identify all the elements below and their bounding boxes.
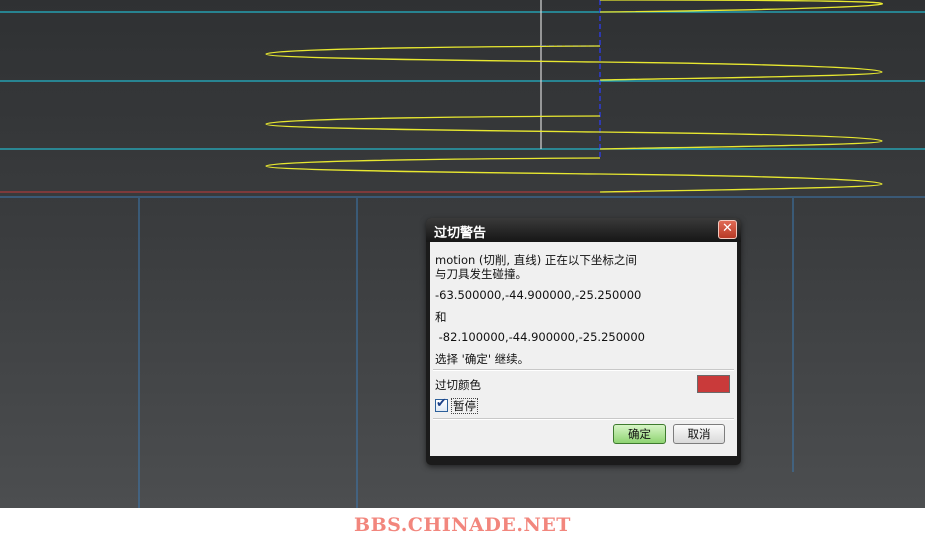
- toolpath-segment: [265, 115, 883, 150]
- graphics-viewport[interactable]: 过切警告 ✕ motion (切削, 直线) 正在以下坐标之间 与刀具发生碰撞。…: [0, 0, 925, 508]
- ok-button[interactable]: 确定: [613, 424, 666, 444]
- coordinate-start: -63.500000,-44.900000,-25.250000: [435, 288, 642, 302]
- checkmark-icon: ✔: [436, 396, 447, 411]
- dialog-titlebar[interactable]: 过切警告 ✕: [426, 218, 741, 242]
- app-root: 过切警告 ✕ motion (切削, 直线) 正在以下坐标之间 与刀具发生碰撞。…: [0, 0, 925, 547]
- close-icon[interactable]: ✕: [718, 220, 737, 239]
- pause-checkbox[interactable]: ✔: [435, 396, 448, 412]
- cut-color-label: 过切颜色: [435, 378, 481, 392]
- toolpath-curves: [265, 0, 883, 193]
- pause-label[interactable]: 暂停: [451, 398, 478, 414]
- instruction-text: 选择 '确定' 继续。: [435, 352, 530, 366]
- dialog-body: motion (切削, 直线) 正在以下坐标之间 与刀具发生碰撞。 -63.50…: [430, 242, 737, 456]
- divider: [433, 418, 734, 420]
- dialog-title: 过切警告: [434, 226, 487, 241]
- toolpath-segment: [599, 0, 883, 13]
- toolpath-segment: [265, 45, 883, 81]
- toolpath-segment: [265, 157, 883, 193]
- cancel-button[interactable]: 取消: [673, 424, 725, 444]
- watermark-bar: BBS.CHINADE.NET: [0, 508, 925, 547]
- overcut-warning-dialog: 过切警告 ✕ motion (切削, 直线) 正在以下坐标之间 与刀具发生碰撞。…: [426, 218, 741, 465]
- cut-color-swatch[interactable]: [697, 375, 730, 393]
- watermark-text: BBS.CHINADE.NET: [354, 514, 571, 536]
- coordinate-end: -82.100000,-44.900000,-25.250000: [435, 330, 645, 344]
- connector-text: 和: [435, 310, 447, 324]
- message-line-2: 与刀具发生碰撞。: [435, 267, 527, 281]
- divider: [433, 369, 734, 371]
